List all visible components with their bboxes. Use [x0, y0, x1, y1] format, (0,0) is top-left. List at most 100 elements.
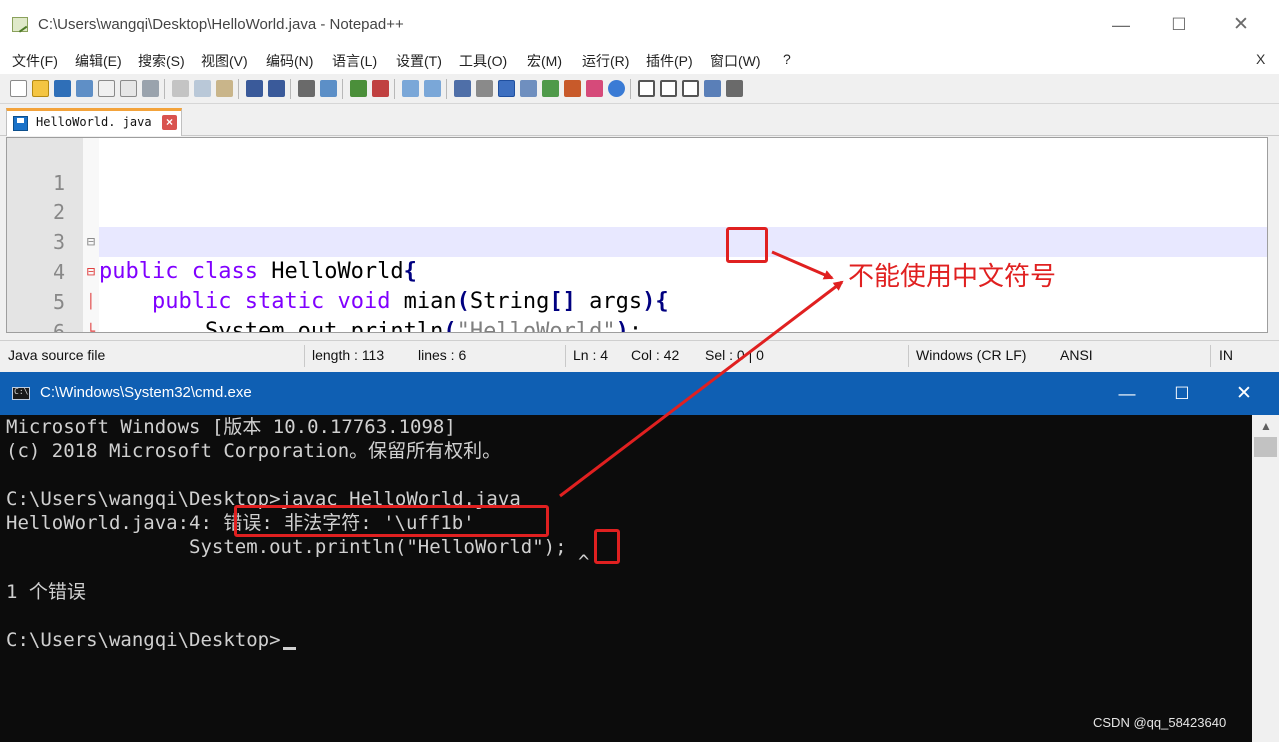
cmd-minimize-button[interactable]: — [1112, 382, 1142, 406]
redo-icon[interactable] [268, 80, 285, 97]
sync-horizontal-icon[interactable] [424, 80, 441, 97]
tab-label: HelloWorld. java [36, 115, 152, 129]
macro-run-multiple-icon[interactable] [704, 80, 721, 97]
notepadpp-close-button[interactable]: ✕ [1224, 12, 1258, 38]
zoom-in-icon[interactable] [350, 80, 367, 97]
menu-close-document[interactable]: X [1256, 51, 1265, 67]
close-all-icon[interactable] [120, 80, 137, 97]
menu-search[interactable]: 搜索(S) [138, 51, 185, 71]
menu-view[interactable]: 视图(V) [201, 51, 248, 71]
status-column: Col : 42 [631, 347, 680, 363]
annotation-text: 不能使用中文符号 [848, 262, 1057, 292]
new-file-icon[interactable] [10, 80, 27, 97]
code-line-4: 4 │ System.out.println("HelloWorld"); [7, 227, 1267, 332]
document-map-icon[interactable] [542, 80, 559, 97]
console-prompt: C:\Users\wangqi\Desktop> [6, 629, 281, 651]
menu-tools[interactable]: 工具(O) [459, 51, 507, 71]
cut-icon[interactable] [172, 80, 189, 97]
status-file-type: Java source file [8, 347, 106, 363]
menu-language[interactable]: 语言(L) [332, 51, 377, 71]
macro-play-icon[interactable] [682, 80, 699, 97]
word-wrap-icon[interactable] [454, 80, 471, 97]
sync-vertical-icon[interactable] [402, 80, 419, 97]
code-line-5: 5 └ } [7, 257, 1267, 332]
cmd-window: C:\Windows\System32\cmd.exe — ☐ ✕ Micros… [0, 372, 1279, 742]
menu-run[interactable]: 运行(R) [582, 51, 629, 71]
status-insert-mode: IN [1219, 347, 1233, 363]
menu-edit[interactable]: 编辑(E) [75, 51, 122, 71]
copy-icon[interactable] [194, 80, 211, 97]
indent-guide-icon[interactable] [498, 80, 515, 97]
console-line: (c) 2018 Microsoft Corporation。保留所有权利。 [6, 440, 502, 462]
menu-encoding[interactable]: 编码(N) [266, 51, 313, 71]
status-line-number: Ln : 4 [573, 347, 609, 363]
menu-file[interactable]: 文件(F) [12, 51, 58, 71]
watermark: CSDN @qq_58423640 [1093, 715, 1227, 730]
notepadpp-menu-bar: 文件(F) 编辑(E) 搜索(S) 视图(V) 编码(N) 语言(L) 设置(T… [0, 46, 1279, 74]
notepadpp-window: C:\Users\wangqi\Desktop\HelloWorld.java … [0, 0, 1279, 372]
code-line-3: 3 ⊟ public static void mian(String[] arg… [7, 197, 1267, 314]
line-number: 6 [52, 320, 65, 333]
open-file-icon[interactable] [32, 80, 49, 97]
menu-settings[interactable]: 设置(T) [396, 51, 442, 71]
menu-macro[interactable]: 宏(M) [527, 51, 562, 71]
scrollbar-thumb[interactable] [1254, 437, 1277, 457]
zoom-out-icon[interactable] [372, 80, 389, 97]
notepadpp-minimize-button[interactable]: — [1104, 12, 1138, 38]
replace-icon[interactable] [320, 80, 337, 97]
save-icon[interactable] [54, 80, 71, 97]
code-line-2: 2 ⊟ public class HelloWorld{ [7, 167, 1267, 284]
notepadpp-maximize-button[interactable]: ☐ [1162, 12, 1196, 38]
annotation-box-console-semicolon [594, 529, 620, 564]
notepadpp-title-bar: C:\Users\wangqi\Desktop\HelloWorld.java … [0, 0, 1279, 46]
console-prompt-line: C:\Users\wangqi\Desktop> [6, 628, 296, 652]
undo-icon[interactable] [246, 80, 263, 97]
code-editor[interactable]: 1 2 ⊟ public class HelloWorld{ 3 ⊟ publi… [6, 137, 1268, 333]
find-icon[interactable] [298, 80, 315, 97]
notepadpp-logo-icon [12, 17, 28, 32]
cmd-console-output[interactable]: Microsoft Windows [版本 10.0.17763.1098] (… [0, 415, 1252, 742]
scroll-up-arrow-icon[interactable]: ▲ [1260, 419, 1272, 433]
status-eol[interactable]: Windows (CR LF) [916, 347, 1026, 363]
text-cursor [282, 647, 296, 650]
show-all-chars-icon[interactable] [476, 80, 493, 97]
cmd-vertical-scrollbar[interactable]: ▲ [1252, 415, 1279, 742]
close-file-icon[interactable] [98, 80, 115, 97]
code-line-1: 1 [7, 138, 1267, 195]
code-text: System.out.println("HelloWorld"); [204, 319, 643, 333]
code-line-6: 6 └ } [7, 287, 1267, 332]
macro-save-icon[interactable] [726, 80, 743, 97]
tab-close-icon[interactable]: × [162, 115, 177, 130]
menu-plugins[interactable]: 插件(P) [646, 51, 693, 71]
function-list-icon[interactable] [564, 80, 581, 97]
notepadpp-status-bar: Java source file length : 113 lines : 6 … [0, 340, 1279, 372]
menu-window[interactable]: 窗口(W) [710, 51, 761, 71]
cmd-maximize-button[interactable]: ☐ [1167, 382, 1197, 406]
monitoring-icon[interactable] [608, 80, 625, 97]
notepadpp-toolbar [0, 74, 1279, 104]
notepadpp-window-title: C:\Users\wangqi\Desktop\HelloWorld.java … [38, 16, 404, 33]
menu-help[interactable]: ? [783, 51, 791, 67]
status-selection: Sel : 0 | 0 [705, 347, 764, 363]
save-all-icon[interactable] [76, 80, 93, 97]
annotation-box-editor-semicolon [726, 227, 768, 263]
notepadpp-tab-bar: HelloWorld. java × [0, 104, 1279, 136]
console-line: 1 个错误 [6, 581, 86, 603]
console-line: Microsoft Windows [版本 10.0.17763.1098] [6, 416, 456, 438]
print-icon[interactable] [142, 80, 159, 97]
cmd-window-title: C:\Windows\System32\cmd.exe [40, 384, 252, 401]
status-encoding[interactable]: ANSI [1060, 347, 1093, 363]
cmd-title-bar: C:\Windows\System32\cmd.exe — ☐ ✕ [0, 372, 1279, 415]
console-line: ^ [6, 551, 590, 573]
macro-record-icon[interactable] [638, 80, 655, 97]
doc-switcher-icon[interactable] [586, 80, 603, 97]
tab-helloworld-java[interactable]: HelloWorld. java × [6, 108, 182, 136]
macro-stop-icon[interactable] [660, 80, 677, 97]
saved-file-icon [13, 116, 28, 131]
folder-as-workspace-icon[interactable] [520, 80, 537, 97]
paste-icon[interactable] [216, 80, 233, 97]
cmd-close-button[interactable]: ✕ [1229, 382, 1259, 406]
status-length: length : 113 [312, 347, 385, 363]
annotation-box-error-message [234, 505, 549, 537]
cmd-window-icon [12, 387, 30, 400]
